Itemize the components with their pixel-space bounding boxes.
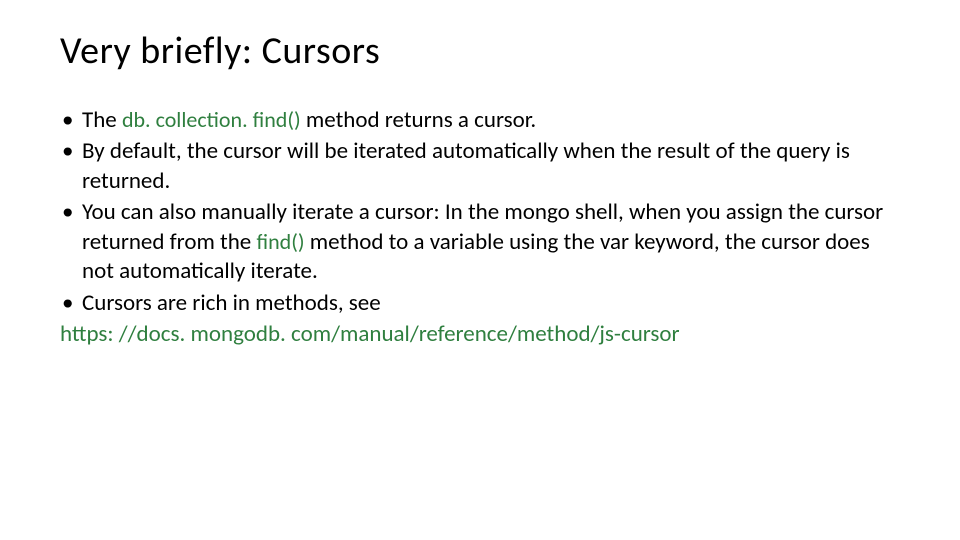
code-snippet: find() <box>256 228 304 255</box>
bullet-text: method returns a cursor. <box>301 106 537 134</box>
bullet-item: You can also manually iterate a cursor: … <box>60 198 900 286</box>
slide-title: Very briefly: Cursors <box>60 28 900 74</box>
bullet-item: Cursors are rich in methods, see <box>60 289 900 318</box>
slide: Very briefly: Cursors The db. collection… <box>0 0 960 350</box>
bullet-item: The db. collection. find() method return… <box>60 106 900 135</box>
bullet-text: By default, the cursor will be iterated … <box>82 137 850 194</box>
bullet-text: The <box>82 106 122 134</box>
reference-link[interactable]: https: //docs. mongodb. com/manual/refer… <box>60 320 900 349</box>
bullet-text: Cursors are rich in methods, see <box>82 289 381 317</box>
code-snippet: db. collection. find() <box>122 106 301 133</box>
bullet-list: The db. collection. find() method return… <box>60 106 900 318</box>
bullet-item: By default, the cursor will be iterated … <box>60 137 900 196</box>
